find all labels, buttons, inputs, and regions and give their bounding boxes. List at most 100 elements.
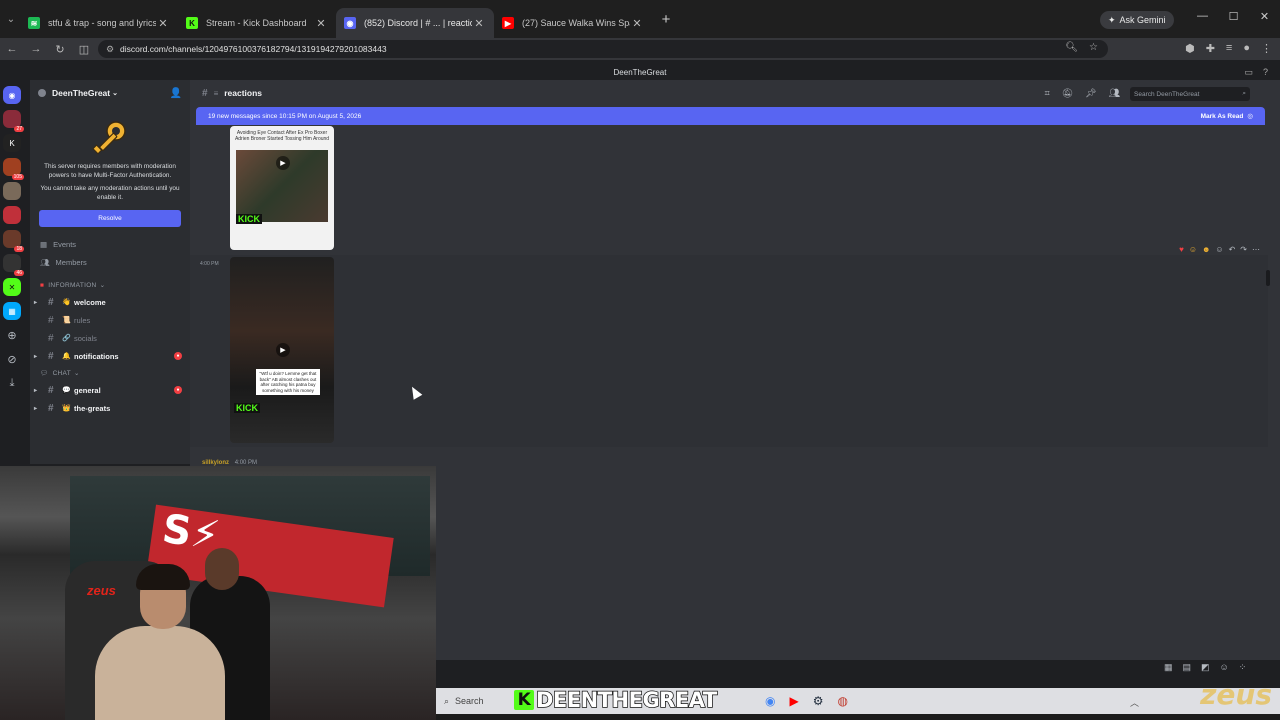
more-icon[interactable]: ⋯ xyxy=(1252,245,1260,254)
close-tab-icon[interactable]: ✕ xyxy=(156,17,170,30)
ask-gemini-button[interactable]: ✦ Ask Gemini xyxy=(1100,11,1174,29)
close-tab-icon[interactable]: ✕ xyxy=(630,17,644,30)
browser-tab-discord[interactable]: ◉ (852) Discord | # ... | reactions ✕ xyxy=(336,8,494,38)
youtube-icon[interactable]: ▶ xyxy=(789,694,798,708)
category-information[interactable]: ■ INFORMATION ⌄ xyxy=(30,277,190,293)
help-icon[interactable]: ? xyxy=(1263,67,1268,78)
mark-as-read-button[interactable]: Mark As Read xyxy=(1201,113,1244,120)
zoom-icon[interactable]: 🔍︎ xyxy=(1065,42,1078,53)
add-server-icon[interactable]: ⊕ xyxy=(3,326,21,344)
server-icon[interactable]: 46 xyxy=(3,254,24,276)
emoji-icon: 🔔 xyxy=(62,353,71,360)
scrollbar-thumb[interactable] xyxy=(1266,270,1270,286)
notification-bell-icon[interactable]: 🔕︎ xyxy=(1062,88,1073,99)
forward-icon[interactable]: ↷ xyxy=(1240,245,1247,254)
channel-rules[interactable]: # 📜 rules xyxy=(30,311,190,329)
steam-icon[interactable]: ⚙ xyxy=(813,694,824,708)
extension-icon[interactable]: ⬢ xyxy=(1185,42,1195,55)
play-icon[interactable]: ▶ xyxy=(276,343,290,357)
server-icon[interactable]: 18 xyxy=(3,230,24,252)
reload-icon[interactable]: ↻ xyxy=(48,43,72,56)
close-tab-icon[interactable]: ✕ xyxy=(472,17,486,30)
grin-reaction-icon[interactable]: ☻ xyxy=(1202,245,1210,254)
tray-overflow-icon[interactable]: ︿ xyxy=(1130,696,1139,709)
chrome-icon[interactable]: ◉ xyxy=(765,694,775,708)
caret-icon: ▸ xyxy=(34,387,38,394)
server-icon[interactable]: 27 xyxy=(3,110,24,132)
emoji-picker-icon[interactable]: ☺ xyxy=(1220,662,1229,673)
sticker-icon[interactable]: ▤ xyxy=(1183,662,1192,673)
reply-icon[interactable]: ↶ xyxy=(1229,245,1236,254)
threads-icon[interactable]: ⌗ xyxy=(1045,88,1050,99)
close-window-icon[interactable]: ✕ xyxy=(1249,10,1280,23)
menu-dots-icon[interactable]: ⋮ xyxy=(1261,42,1272,55)
apps-icon[interactable]: ⁘ xyxy=(1239,662,1247,673)
server-header[interactable]: DeenTheGreat ⌄ 👤 xyxy=(30,80,190,106)
discover-icon[interactable]: ⊘ xyxy=(3,350,21,368)
category-chat[interactable]: 💬︎ CHAT ⌄ xyxy=(30,365,190,381)
extensions-puzzle-icon[interactable]: ✚ xyxy=(1206,42,1215,55)
play-icon[interactable]: ▶ xyxy=(276,156,290,170)
channel-welcome[interactable]: ▸ # 👋 welcome xyxy=(30,293,190,311)
new-tab-button[interactable]: + xyxy=(656,9,676,29)
tab-title: stfu & trap - song and lyrics by xyxy=(48,18,156,28)
browser-tab-youtube[interactable]: ▶ (27) Sauce Walka Wins Sparring ✕ xyxy=(494,8,652,38)
pin-icon[interactable]: 📌︎ xyxy=(1085,88,1096,99)
taskbar-search[interactable]: ⌕ Search xyxy=(440,691,514,711)
heart-reaction-icon[interactable]: ♥ xyxy=(1179,245,1184,254)
direct-messages-icon[interactable]: ◉ xyxy=(3,86,21,104)
channel-general[interactable]: ▸ # 💬 general ● xyxy=(30,381,190,399)
media-control-icon[interactable]: ≡ xyxy=(1226,42,1232,55)
resolve-button[interactable]: Resolve xyxy=(39,210,181,227)
add-reaction-icon[interactable]: ☺ xyxy=(1215,245,1223,254)
members-label: Members xyxy=(55,257,87,267)
browser-tab-kick[interactable]: K Stream - Kick Dashboard ✕ xyxy=(178,8,336,38)
discord-icon: ◉ xyxy=(344,17,356,29)
kick-logo: KICK xyxy=(234,403,260,413)
spotify-icon: ≋ xyxy=(28,17,40,29)
video-embed[interactable]: Avoiding Eye Contact After Ex Pro Boxer … xyxy=(230,126,334,250)
search-input[interactable]: Search DeenTheGreat ⌕ xyxy=(1130,87,1250,101)
site-info-icon[interactable]: ⚙ xyxy=(106,44,114,55)
server-icon[interactable]: K xyxy=(3,134,21,152)
download-icon[interactable]: ⤓ xyxy=(3,374,21,392)
members-link[interactable]: 👥︎ Members xyxy=(30,253,190,271)
channel-the-greats[interactable]: ▸ # 👑 the-greats xyxy=(30,399,190,417)
profile-icon[interactable]: ● xyxy=(1243,42,1250,55)
gif-icon[interactable]: ▦ xyxy=(1164,662,1173,673)
server-icon[interactable]: ▦ xyxy=(3,302,21,320)
hash-icon: # xyxy=(202,87,208,99)
events-link[interactable]: ▦ Events xyxy=(30,235,190,253)
server-icon[interactable]: ✕ xyxy=(3,278,21,296)
back-icon[interactable]: ← xyxy=(0,43,24,55)
close-tab-icon[interactable]: ✕ xyxy=(314,17,328,30)
address-bar[interactable]: ⚙ discord.com/channels/12049761003761827… xyxy=(98,40,1108,58)
tab-title: Stream - Kick Dashboard xyxy=(206,18,307,28)
maximize-icon[interactable]: ☐ xyxy=(1218,10,1249,23)
browser-tab-spotify[interactable]: ≋ stfu & trap - song and lyrics by ✕ xyxy=(20,8,178,38)
channel-socials[interactable]: # 🔗 socials xyxy=(30,329,190,347)
hash-icon: # xyxy=(48,296,54,308)
new-messages-bar[interactable]: 19 new messages since 10:15 PM on August… xyxy=(196,107,1265,125)
server-icon[interactable] xyxy=(3,182,21,200)
video-embed[interactable]: ▶ "Wtf u doin? Lemme get that back" AB a… xyxy=(230,257,334,443)
tab-search-dropdown-icon[interactable]: ⌄ xyxy=(2,10,20,28)
laugh-reaction-icon[interactable]: ☺ xyxy=(1189,245,1197,254)
obs-icon[interactable]: ◍ xyxy=(837,694,847,708)
minimize-icon[interactable]: — xyxy=(1187,10,1218,23)
mention-badge: ● xyxy=(174,352,182,360)
hash-icon: # xyxy=(48,332,54,344)
server-icon[interactable] xyxy=(3,206,21,224)
channel-label: the-greats xyxy=(74,403,111,413)
inbox-icon[interactable]: ▭ xyxy=(1244,67,1253,78)
forward-icon[interactable]: → xyxy=(24,43,48,55)
window-controls: — ☐ ✕ xyxy=(1187,10,1280,23)
invite-people-icon[interactable]: 👤 xyxy=(170,88,182,99)
browser-toolbar: ← → ↻ ◫ ⚙ discord.com/channels/120497610… xyxy=(0,38,1280,60)
member-list-icon[interactable]: 👥︎ xyxy=(1109,88,1120,99)
sticker-pack-icon[interactable]: ◩ xyxy=(1201,662,1210,673)
channel-notifications[interactable]: ▸ # 🔔 notifications ● xyxy=(30,347,190,365)
bookmark-star-icon[interactable]: ☆ xyxy=(1089,42,1098,53)
server-icon[interactable]: 105 xyxy=(3,158,24,180)
split-view-icon[interactable]: ◫ xyxy=(72,43,96,56)
